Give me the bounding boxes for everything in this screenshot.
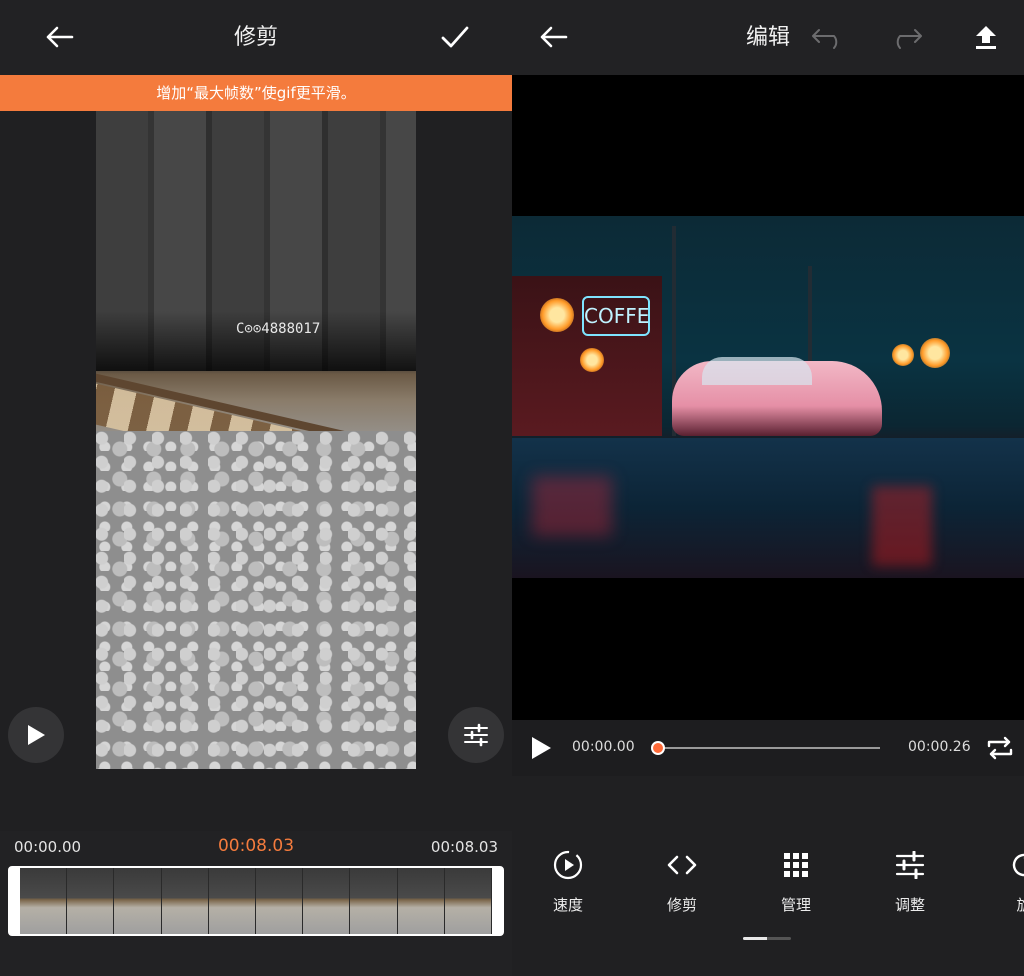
street-lamp (920, 338, 950, 368)
tool-manage[interactable]: 管理 (756, 848, 836, 918)
filmstrip-frames (20, 868, 493, 934)
tool-speed[interactable]: 速度 (528, 848, 608, 918)
sliders-icon (893, 848, 927, 882)
pink-car (672, 357, 882, 436)
playback-bar: 00:00.00 00:00.26 (512, 720, 1024, 776)
train-shadow (96, 311, 416, 371)
trim-top-bar: 修剪 (0, 0, 512, 75)
tool-rotate[interactable]: 旋 (984, 848, 1024, 918)
rotate-icon (1007, 848, 1024, 882)
filmstrip-frame (20, 868, 68, 934)
neon-sign: COFFE (582, 296, 650, 336)
redo-button[interactable] (886, 18, 926, 56)
tool-label: 管理 (780, 896, 811, 914)
trim-end-time: 00:08.03 (430, 838, 498, 856)
tool-label: 速度 (552, 896, 583, 914)
trim-video-preview: C⊙⊙4888017 (96, 111, 416, 769)
undo-icon (812, 29, 838, 49)
redo-icon (896, 29, 922, 49)
street-lamp (540, 298, 574, 332)
filmstrip-frame (208, 868, 257, 934)
playback-seek-bar[interactable] (651, 741, 880, 755)
trim-screen: 修剪 增加“最大帧数”使gif更平滑。 C⊙⊙4888017 00:00.00 (0, 0, 512, 976)
loop-button[interactable] (985, 734, 1015, 764)
export-button[interactable] (968, 18, 1004, 56)
trim-start-handle[interactable] (10, 868, 20, 934)
tool-label: 修剪 (666, 896, 697, 914)
speed-icon (551, 848, 585, 882)
filmstrip-frame (114, 868, 162, 934)
tool-bar-scroll-indicator (743, 937, 791, 940)
trim-preview-stage: C⊙⊙4888017 (0, 111, 512, 831)
check-icon (441, 26, 469, 48)
edit-tool-bar: 速度 修剪 管理 调整 旋 (512, 776, 1024, 976)
red-reflection (532, 476, 612, 536)
playback-total-time: 00:00.26 (908, 739, 971, 755)
street-lamp (892, 344, 914, 366)
filmstrip-frame (350, 868, 398, 934)
street-lamp (580, 348, 604, 372)
filmstrip-frame (161, 868, 209, 934)
sliders-icon (464, 723, 488, 747)
red-reflection (872, 486, 932, 566)
playback-seek-knob[interactable] (651, 741, 665, 755)
tool-label: 旋 (1016, 896, 1024, 914)
filmstrip-frame (256, 868, 304, 934)
code-brackets-icon (665, 848, 699, 882)
tool-adjust[interactable]: 调整 (870, 848, 950, 918)
filmstrip-frame (67, 868, 115, 934)
play-icon (532, 737, 551, 759)
filmstrip-frame (303, 868, 351, 934)
play-icon (28, 725, 45, 745)
edit-screen: 编辑 COFFE 00:00.00 00:00.26 速度 修剪 管理 调整 旋 (512, 0, 1024, 976)
edit-preview-area: COFFE (512, 75, 1024, 720)
tip-banner: 增加“最大帧数”使gif更平滑。 (0, 75, 512, 111)
tool-label: 调整 (894, 896, 925, 914)
filmstrip-frame (397, 868, 445, 934)
train-car-number: C⊙⊙4888017 (236, 321, 321, 337)
page-title: 编辑 (745, 25, 790, 50)
edit-video-preview: COFFE (512, 216, 1024, 578)
upload-icon (976, 26, 996, 49)
back-button[interactable] (534, 18, 572, 56)
trim-filmstrip[interactable] (8, 866, 504, 936)
adjust-button[interactable] (448, 707, 504, 763)
arrow-left-icon (46, 26, 74, 48)
grid-icon (779, 848, 813, 882)
tool-trim[interactable]: 修剪 (642, 848, 722, 918)
play-button[interactable] (8, 707, 64, 763)
edit-top-bar: 编辑 (512, 0, 1024, 75)
arrow-left-icon (540, 26, 568, 48)
play-button[interactable] (528, 734, 558, 764)
confirm-button[interactable] (436, 18, 474, 56)
gravel (96, 431, 416, 769)
repeat-icon (987, 736, 1013, 760)
back-button[interactable] (40, 18, 78, 56)
playback-current-time: 00:00.00 (572, 739, 635, 755)
undo-button[interactable] (808, 18, 848, 56)
scroll-thumb (743, 937, 767, 940)
trim-end-handle[interactable] (492, 868, 502, 934)
filmstrip-frame (444, 868, 493, 934)
